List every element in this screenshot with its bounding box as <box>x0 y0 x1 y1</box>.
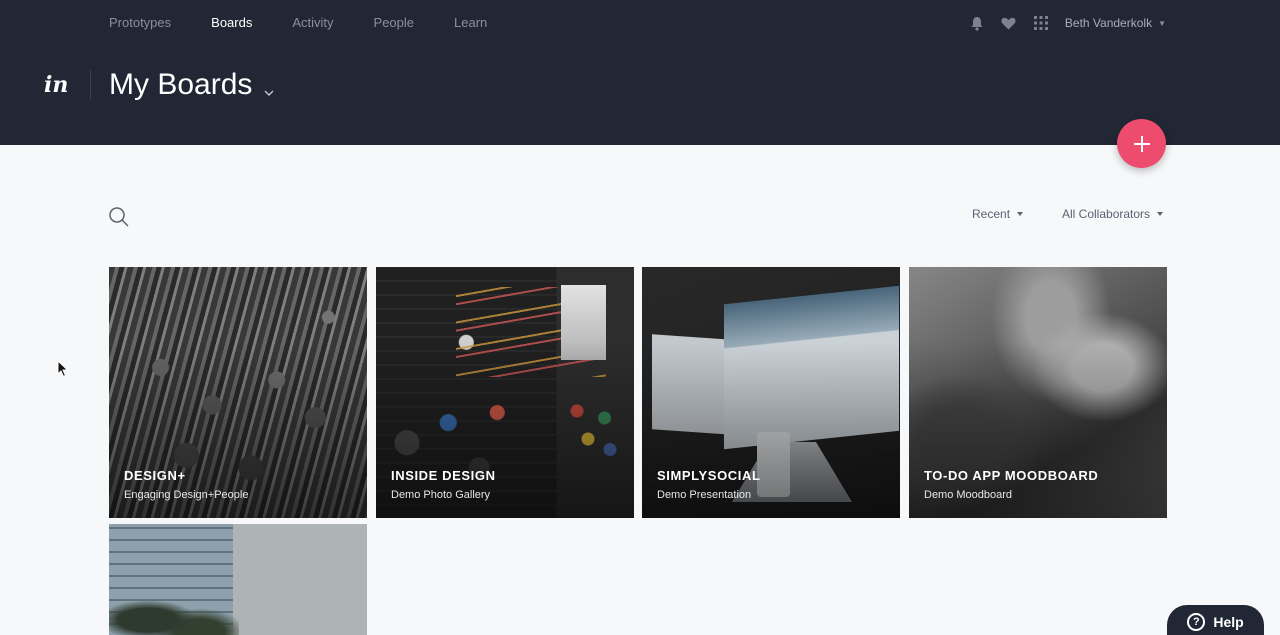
top-header: Prototypes Boards Activity People Learn … <box>0 0 1280 145</box>
sort-dropdown[interactable]: Recent <box>972 207 1024 221</box>
board-subtitle: Demo Presentation <box>657 489 752 501</box>
collaborators-label: All Collaborators <box>1062 207 1151 221</box>
user-name-label: Beth Vanderkolk <box>1064 16 1153 30</box>
board-title: SIMPLYSOCIAL <box>657 468 761 483</box>
board-card[interactable]: SIMPLYSOCIAL Demo Presentation <box>642 267 900 518</box>
question-icon: ? <box>1187 613 1206 631</box>
card-image-detail <box>109 584 239 635</box>
add-board-button[interactable] <box>1117 119 1166 168</box>
help-label: Help <box>1213 614 1244 630</box>
header-tools: Beth Vanderkolk ▼ <box>953 15 1166 31</box>
board-title: DESIGN+ <box>124 468 186 483</box>
heart-icon[interactable] <box>1001 15 1017 31</box>
search-button[interactable] <box>108 206 130 228</box>
board-subtitle: Demo Photo Gallery <box>391 489 491 501</box>
bell-icon[interactable] <box>969 15 985 31</box>
board-subtitle: Demo Moodboard <box>924 489 1013 501</box>
main-nav: Prototypes Boards Activity People Learn <box>109 15 527 30</box>
svg-text:in: in <box>44 72 68 98</box>
nav-activity[interactable]: Activity <box>292 15 333 30</box>
plus-icon <box>1133 135 1150 152</box>
caret-down-icon <box>1017 212 1024 216</box>
board-title: TO-DO APP MOODBOARD <box>924 468 1099 483</box>
search-icon <box>109 207 129 227</box>
help-button[interactable]: ? Help <box>1167 605 1264 635</box>
sort-label: Recent <box>972 207 1011 221</box>
nav-boards[interactable]: Boards <box>211 15 252 30</box>
apps-grid-icon[interactable] <box>1033 15 1049 31</box>
caret-down-icon <box>1157 212 1164 216</box>
board-subtitle: Engaging Design+People <box>124 489 249 501</box>
board-card[interactable]: DESIGN+ Engaging Design+People <box>109 267 367 518</box>
user-menu[interactable]: Beth Vanderkolk ▼ <box>1065 16 1166 30</box>
caret-down-icon: ▼ <box>1158 18 1166 28</box>
nav-learn[interactable]: Learn <box>454 15 487 30</box>
board-card[interactable] <box>109 524 367 635</box>
header-divider <box>90 70 91 100</box>
nav-prototypes[interactable]: Prototypes <box>109 15 171 30</box>
mouse-cursor-icon <box>57 359 69 383</box>
invision-logo[interactable]: in <box>42 70 72 100</box>
boards-title-dropdown[interactable]: My Boards <box>109 66 274 104</box>
board-title: INSIDE DESIGN <box>391 468 496 483</box>
chevron-down-icon <box>264 70 274 104</box>
board-card[interactable]: TO-DO APP MOODBOARD Demo Moodboard <box>909 267 1167 518</box>
board-card[interactable]: INSIDE DESIGN Demo Photo Gallery <box>376 267 634 518</box>
collaborators-dropdown[interactable]: All Collaborators <box>1062 207 1164 221</box>
page-title: My Boards <box>109 68 253 101</box>
nav-people[interactable]: People <box>374 15 414 30</box>
